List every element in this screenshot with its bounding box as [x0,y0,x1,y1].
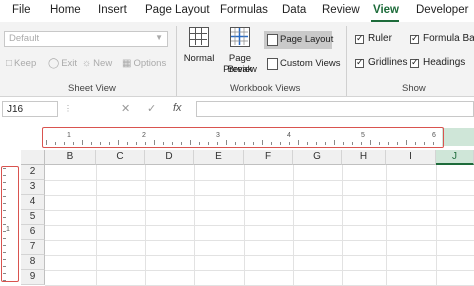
column-header-i[interactable]: I [386,150,436,165]
ribbon: Default ▼ □ Keep ◯ Exit ☼ New ▦ Options Shee… [0,22,474,97]
column-header-g[interactable]: G [293,150,342,165]
column-header-j[interactable]: J [436,150,474,165]
headings-label: Headings [423,57,466,68]
normal-view-icon [189,27,209,47]
exit-label: Exit [61,58,78,69]
headings-checkbox[interactable] [410,57,419,68]
ruler-margin-area [442,128,474,146]
page-layout-button[interactable]: Page Layout [264,31,334,49]
sheet-view-dropdown[interactable]: Default ▼ [4,31,168,47]
tab-insert[interactable]: Insert [98,4,127,16]
name-box-value: J16 [7,104,24,115]
page-break-preview-icon [230,27,250,47]
page-break-icon [231,28,248,45]
tab-file[interactable]: File [12,4,31,16]
menu-bar: File Home Insert Page Layout Formulas Da… [0,0,474,22]
sheet-view-value: Default [9,33,40,44]
gridlines-checkbox[interactable] [355,57,364,68]
row-header-6[interactable]: 6 [21,225,45,240]
row-header-3[interactable]: 3 [21,180,45,195]
cancel-icon[interactable]: ✕ [121,102,130,115]
sheet-view-group-label: Sheet View [68,83,116,94]
column-header-d[interactable]: D [145,150,194,165]
row-header-5[interactable]: 5 [21,210,45,225]
options-label: Options [133,58,167,69]
row-gridline [45,195,474,196]
row-gridline [45,210,474,211]
horizontal-ruler-highlight [42,127,444,148]
row-gridline [45,255,474,256]
formula-bar-label: Formula Bar [423,33,474,44]
page-layout-icon [267,34,278,46]
ruler-checkbox[interactable] [355,33,364,44]
tab-view[interactable]: View [373,4,399,16]
exit-icon: ◯ [48,58,60,69]
insert-function-icon[interactable]: fx [173,102,182,114]
row-header-9[interactable]: 9 [21,270,45,285]
column-header-h[interactable]: H [342,150,386,165]
vertical-ruler-highlight [1,166,19,282]
workbook-views-group-label: Workbook Views [230,83,301,94]
new-button[interactable]: ☼ New [82,58,112,69]
page-break-preview-button[interactable]: Page Break Preview [218,26,262,80]
normal-view-button[interactable]: Normal [180,26,218,76]
keep-button[interactable]: □ Keep [6,58,36,69]
more-options-icon[interactable]: ⋮ [64,104,72,113]
column-header-c[interactable]: C [96,150,145,165]
formula-bar-checkbox[interactable] [410,33,419,44]
exit-button[interactable]: ◯ Exit [48,58,77,69]
row-header-8[interactable]: 8 [21,255,45,270]
chevron-down-icon: ▼ [155,33,163,42]
grid-icon [190,28,207,45]
options-button[interactable]: ▦ Options [122,58,166,69]
group-divider [346,26,347,96]
group-divider [176,26,177,96]
tab-formulas[interactable]: Formulas [220,4,268,16]
select-all-corner[interactable] [21,150,45,165]
row-header-4[interactable]: 4 [21,195,45,210]
row-gridline [45,270,474,271]
name-box[interactable]: J16 [2,101,58,117]
keep-icon: □ [6,58,13,69]
tab-review[interactable]: Review [322,4,360,16]
show-group-label: Show [402,83,426,94]
tab-page-layout[interactable]: Page Layout [145,4,210,16]
tab-home[interactable]: Home [50,4,81,16]
row-gridline [45,180,474,181]
new-label: New [93,58,113,69]
tab-data[interactable]: Data [282,4,306,16]
ruler-label: Ruler [368,33,392,44]
row-header-7[interactable]: 7 [21,240,45,255]
formula-bar: J16 ⋮ ✕ ✓ fx [0,99,474,119]
keep-label: Keep [14,58,37,69]
tab-developer[interactable]: Developer [416,4,468,16]
new-view-icon: ☼ [82,58,92,69]
options-icon: ▦ [122,58,132,69]
row-gridline [45,225,474,226]
row-gridline [45,240,474,241]
enter-icon[interactable]: ✓ [147,102,156,115]
formula-input[interactable] [196,101,474,117]
column-header-b[interactable]: B [45,150,96,165]
normal-label: Normal [183,53,215,64]
page-layout-label: Page Layout [280,34,334,45]
column-header-e[interactable]: E [194,150,244,165]
custom-views-icon [267,58,278,70]
row-header-2[interactable]: 2 [21,165,45,180]
custom-views-button[interactable]: Custom Views [264,55,341,73]
custom-views-label: Custom Views [280,58,341,69]
gridlines-label: Gridlines [368,57,408,68]
page-break-label-2: Preview [223,64,257,75]
column-header-f[interactable]: F [244,150,293,165]
